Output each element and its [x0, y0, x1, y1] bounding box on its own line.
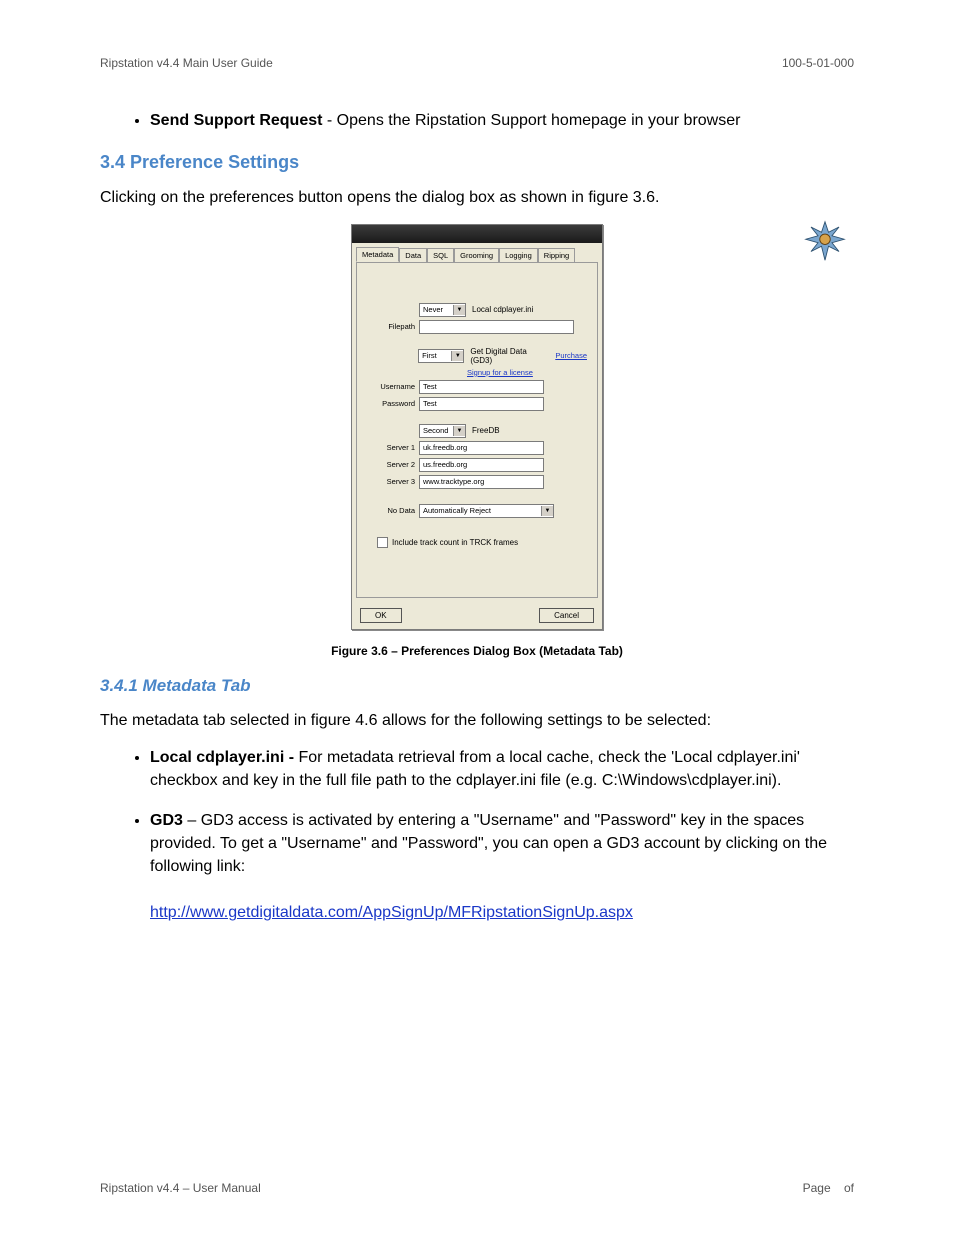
signup-link[interactable]: Signup for a license [467, 368, 533, 377]
bullet-gd3: GD3 – GD3 access is activated by enterin… [150, 809, 854, 925]
preferences-dialog: Metadata Data SQL Grooming Logging Rippi… [351, 224, 603, 630]
footer-right: Page of [803, 1181, 854, 1195]
term: Send Support Request [150, 112, 322, 129]
server2-input[interactable]: us.freedb.org [419, 458, 544, 472]
trck-label: Include track count in TRCK frames [392, 538, 518, 547]
nodata-label: No Data [367, 506, 419, 515]
select-value: Second [423, 426, 448, 435]
server3-label: Server 3 [367, 477, 419, 486]
chevron-down-icon: ▼ [453, 305, 465, 315]
desc: – GD3 access is activated by entering a … [150, 812, 827, 875]
tab-metadata[interactable]: Metadata [356, 247, 399, 262]
local-priority-select[interactable]: Never ▼ [419, 303, 466, 317]
server2-label: Server 2 [367, 460, 419, 469]
password-label: Password [367, 399, 419, 408]
trck-checkbox[interactable] [377, 537, 388, 548]
freedb-priority-select[interactable]: Second ▼ [419, 424, 466, 438]
dialog-titlebar[interactable] [352, 225, 602, 243]
username-input[interactable]: Test [419, 380, 544, 394]
term: GD3 [150, 812, 183, 829]
bullet-local-cdplayer: Local cdplayer.ini - For metadata retrie… [150, 746, 854, 792]
password-input[interactable]: Test [419, 397, 544, 411]
freedb-label: FreeDB [472, 426, 500, 435]
tab-data[interactable]: Data [399, 248, 427, 263]
nodata-select[interactable]: Automatically Reject ▼ [419, 504, 554, 518]
select-value: Never [423, 305, 443, 314]
purchase-link[interactable]: Purchase [555, 351, 587, 360]
select-value: First [422, 351, 437, 360]
username-label: Username [367, 382, 419, 391]
server1-input[interactable]: uk.freedb.org [419, 441, 544, 455]
chevron-down-icon: ▼ [541, 506, 553, 516]
server1-label: Server 1 [367, 443, 419, 452]
chevron-down-icon: ▼ [451, 351, 463, 361]
term: Local cdplayer.ini - [150, 749, 299, 766]
dialog-tabs: Metadata Data SQL Grooming Logging Rippi… [352, 243, 602, 262]
header-right: 100-5-01-000 [782, 56, 854, 70]
ok-button[interactable]: OK [360, 608, 402, 623]
chevron-down-icon: ▼ [453, 426, 465, 436]
p-3-4-1: The metadata tab selected in figure 4.6 … [100, 710, 854, 732]
page-header: Ripstation v4.4 Main User Guide 100-5-01… [100, 56, 854, 70]
p-3-4: Clicking on the preferences button opens… [100, 187, 854, 209]
heading-3-4-1: 3.4.1 Metadata Tab [100, 676, 854, 696]
local-label: Local cdplayer.ini [472, 305, 533, 314]
filepath-label: Filepath [367, 322, 419, 331]
tab-ripping[interactable]: Ripping [538, 248, 575, 263]
gear-star-icon [804, 220, 846, 262]
heading-3-4: 3.4 Preference Settings [100, 152, 854, 173]
bullet-send-support: Send Support Request - Opens the Ripstat… [150, 110, 854, 132]
tab-grooming[interactable]: Grooming [454, 248, 499, 263]
tab-logging[interactable]: Logging [499, 248, 538, 263]
gd3-priority-select[interactable]: First ▼ [418, 349, 464, 363]
desc: - Opens the Ripstation Support homepage … [322, 112, 740, 129]
filepath-input[interactable] [419, 320, 574, 334]
top-bullet-list: Send Support Request - Opens the Ripstat… [150, 110, 854, 132]
figure-caption: Figure 3.6 – Preferences Dialog Box (Met… [100, 644, 854, 658]
cancel-button[interactable]: Cancel [539, 608, 594, 623]
dialog-panel: Never ▼ Local cdplayer.ini Filepath Firs… [356, 262, 598, 598]
header-left: Ripstation v4.4 Main User Guide [100, 56, 273, 70]
select-value: Automatically Reject [423, 506, 491, 515]
server3-input[interactable]: www.tracktype.org [419, 475, 544, 489]
metadata-settings-list: Local cdplayer.ini - For metadata retrie… [150, 746, 854, 924]
tab-sql[interactable]: SQL [427, 248, 454, 263]
gd3-label: Get Digital Data (GD3) [470, 347, 549, 365]
gd3-signup-link[interactable]: http://www.getdigitaldata.com/AppSignUp/… [150, 904, 633, 921]
page-footer: Ripstation v4.4 – User Manual Page of [100, 1181, 854, 1195]
footer-left: Ripstation v4.4 – User Manual [100, 1181, 261, 1195]
